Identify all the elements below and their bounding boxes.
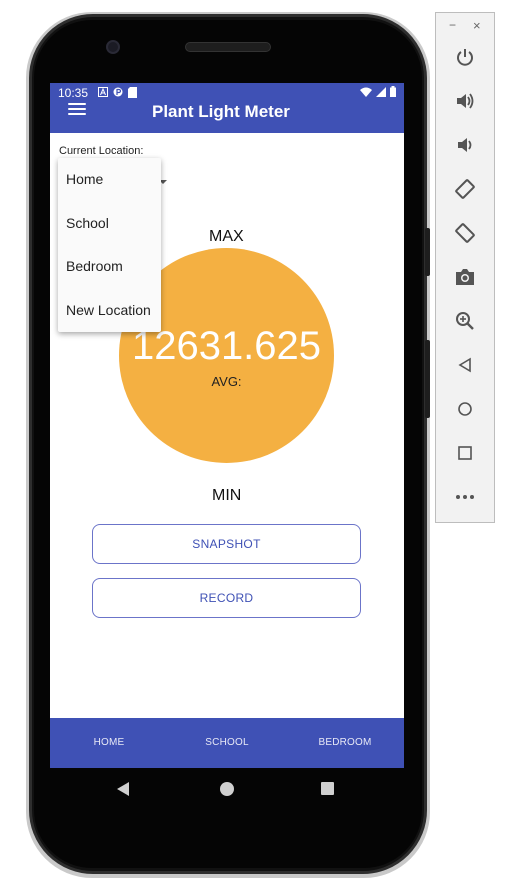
earpiece-speaker bbox=[185, 42, 271, 52]
max-label: MAX bbox=[209, 228, 244, 245]
dropdown-option-school[interactable]: School bbox=[58, 202, 161, 246]
front-camera bbox=[106, 40, 120, 54]
hamburger-menu-icon[interactable] bbox=[68, 103, 86, 117]
bottom-nav-school[interactable]: SCHOOL bbox=[168, 718, 286, 768]
rotate-left-icon[interactable] bbox=[450, 174, 480, 204]
status-time: 10:35 bbox=[58, 86, 89, 100]
system-home-icon[interactable] bbox=[220, 782, 234, 796]
status-system-icons bbox=[360, 86, 396, 97]
emulator-stage: 10:35 Plant Light Meter Current Location… bbox=[0, 0, 512, 892]
avg-label: AVG: bbox=[211, 374, 242, 389]
app-title: Plant Light Meter bbox=[152, 102, 290, 121]
emulator-toolbar-header: − × bbox=[436, 13, 494, 39]
dropdown-option-home[interactable]: Home bbox=[58, 158, 161, 202]
close-button[interactable]: × bbox=[473, 18, 481, 33]
p-icon bbox=[113, 87, 123, 101]
app-screen: 10:35 Plant Light Meter Current Location… bbox=[50, 83, 404, 768]
overview-icon[interactable] bbox=[450, 438, 480, 468]
record-button[interactable]: RECORD bbox=[92, 578, 361, 618]
bottom-nav-home[interactable]: HOME bbox=[50, 718, 168, 768]
more-icon[interactable] bbox=[450, 482, 480, 512]
system-recents-icon[interactable] bbox=[321, 782, 334, 795]
home-icon[interactable] bbox=[450, 394, 480, 424]
dropdown-option-new-location[interactable]: New Location bbox=[58, 289, 161, 333]
location-dropdown-menu: Home School Bedroom New Location bbox=[58, 158, 161, 332]
snapshot-button[interactable]: SNAPSHOT bbox=[92, 524, 361, 564]
emulator-toolbar: − × bbox=[435, 12, 495, 523]
status-bar: 10:35 bbox=[50, 83, 404, 103]
bottom-navigation: HOME SCHOOL BEDROOM bbox=[50, 718, 404, 768]
a-icon bbox=[98, 87, 108, 101]
sd-card-icon bbox=[128, 87, 137, 101]
back-icon[interactable] bbox=[450, 350, 480, 380]
wifi-icon bbox=[360, 87, 372, 97]
volume-up-icon[interactable] bbox=[450, 86, 480, 116]
power-icon[interactable] bbox=[450, 42, 480, 72]
zoom-icon[interactable] bbox=[450, 306, 480, 336]
status-notification-icons bbox=[98, 87, 137, 101]
minimize-button[interactable]: − bbox=[449, 18, 456, 32]
camera-icon[interactable] bbox=[450, 262, 480, 292]
app-bar: Plant Light Meter bbox=[50, 102, 404, 133]
current-location-label: Current Location: bbox=[59, 145, 144, 157]
system-back-icon[interactable] bbox=[117, 782, 129, 796]
phone-side-button-top bbox=[425, 228, 430, 276]
min-label: MIN bbox=[212, 487, 242, 504]
battery-icon bbox=[390, 86, 396, 97]
rotate-right-icon[interactable] bbox=[450, 218, 480, 248]
dropdown-option-bedroom[interactable]: Bedroom bbox=[58, 245, 161, 289]
phone-side-button-volume bbox=[425, 340, 430, 418]
volume-down-icon[interactable] bbox=[450, 130, 480, 160]
bottom-nav-bedroom[interactable]: BEDROOM bbox=[286, 718, 404, 768]
signal-icon bbox=[376, 86, 386, 97]
